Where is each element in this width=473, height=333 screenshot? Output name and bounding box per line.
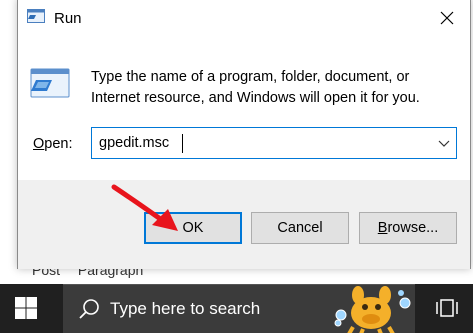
taskbar: Type here to search — [0, 284, 473, 333]
cancel-button[interactable]: Cancel — [251, 212, 349, 244]
open-label: Open: — [33, 136, 73, 152]
search-highlight-mascot-icon — [334, 286, 411, 333]
open-label-text: pen: — [44, 136, 73, 152]
taskbar-search-box[interactable]: Type here to search — [63, 284, 415, 333]
search-placeholder: Type here to search — [110, 299, 261, 318]
text-cursor — [182, 134, 183, 153]
search-icon — [79, 299, 99, 319]
run-dialog: Run Type the name of a program, folder, … — [17, 0, 471, 269]
dialog-description: Type the name of a program, folder, docu… — [91, 69, 420, 106]
open-label-mnemonic: O — [33, 136, 45, 152]
windows-start-icon[interactable] — [14, 296, 38, 320]
close-button[interactable] — [432, 5, 462, 31]
open-combobox[interactable]: gpedit.msc — [91, 127, 457, 159]
browse-mnemonic: B — [377, 220, 388, 236]
run-app-icon — [27, 9, 45, 23]
open-input[interactable]: gpedit.msc — [99, 135, 169, 151]
red-arrow-annotation — [111, 184, 178, 231]
browse-button[interactable]: Browse... — [359, 212, 457, 244]
browse-label: rowse... — [387, 220, 439, 236]
window-title: Run — [54, 10, 82, 27]
close-icon — [440, 11, 454, 25]
run-program-icon — [30, 68, 70, 98]
task-view-icon[interactable] — [436, 296, 458, 320]
chevron-down-icon[interactable] — [436, 135, 452, 151]
title-bar[interactable]: Run — [18, 0, 470, 37]
